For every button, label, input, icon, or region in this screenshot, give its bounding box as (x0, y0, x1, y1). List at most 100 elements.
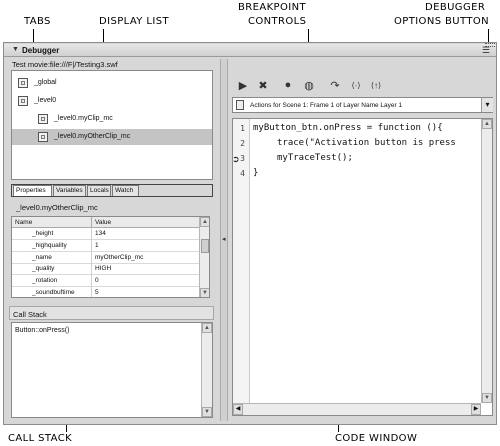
script-icon (236, 100, 244, 110)
property-value: 1 (95, 241, 99, 249)
properties-header: Name Value (12, 217, 199, 228)
line-number[interactable]: 4 (233, 169, 245, 178)
step-out-icon[interactable]: ⟨↑⟩ (367, 78, 385, 92)
call-stack-scroll-up-icon[interactable]: ▲ (202, 323, 212, 333)
display-list-item[interactable]: _global (12, 75, 212, 91)
property-value: 134 (95, 230, 106, 237)
movieclip-icon (38, 132, 48, 142)
display-list[interactable]: _global _level0 _level0.myClip_mc _level0.m… (11, 70, 213, 180)
callout-debugger-line1: DEBUGGER (425, 2, 486, 13)
display-list-label: _global (34, 79, 57, 86)
code-scroll-up-icon[interactable]: ▲ (482, 119, 492, 129)
table-row[interactable]: _highquality 1 (12, 239, 199, 252)
call-stack-header: Call Stack (9, 306, 214, 320)
display-list-item[interactable]: _level0 (12, 93, 212, 109)
properties-rows: _height 134 _highquality 1 _name myOtherClip_… (12, 228, 199, 297)
breakpoint-arrow-icon[interactable]: ➲ (232, 154, 240, 165)
display-list-label: _level0.myClip_mc (54, 115, 113, 122)
column-divider (91, 228, 92, 240)
triangle-down-icon[interactable]: ▼ (12, 46, 19, 53)
line-number[interactable]: 2 (233, 139, 245, 148)
call-stack-scrollbar[interactable]: ▲ ▼ (201, 323, 212, 417)
table-row[interactable]: _quality HIGH (12, 263, 199, 276)
movieclip-icon (18, 78, 28, 88)
call-stack-scroll-down-icon[interactable]: ▼ (202, 407, 212, 417)
step-in-icon[interactable]: ⟨·⟩ (347, 78, 365, 92)
property-name: _name (32, 253, 52, 261)
scroll-thumb[interactable] (201, 239, 209, 253)
properties-scrollbar[interactable]: ▲ ▼ (199, 217, 209, 297)
code-window[interactable]: 1 2 3 ➲ 4 myButton_btn.onPress = function ()… (232, 118, 493, 416)
display-list-item[interactable]: _level0.myOtherClip_mc (12, 129, 212, 145)
movieclip-icon (18, 96, 28, 106)
callout-call-stack: CALL STACK (8, 433, 73, 444)
tab-watch[interactable]: Watch (112, 185, 139, 196)
property-value: 0 (95, 277, 99, 285)
column-divider (91, 275, 92, 288)
scroll-up-icon[interactable]: ▲ (200, 217, 209, 227)
property-value: 5 (95, 289, 99, 296)
code-line[interactable]: trace("Activation button is press (277, 138, 456, 148)
tab-variables[interactable]: Variables (53, 185, 86, 196)
table-row[interactable]: _soundbuftime 5 (12, 287, 199, 297)
column-divider (91, 251, 92, 264)
stop-debugging-icon[interactable]: ✖ (254, 78, 272, 92)
property-name: _soundbuftime (32, 289, 75, 296)
remove-all-breakpoints-icon[interactable]: ◍ (300, 78, 318, 92)
callout-breakpoint-controls-line2: CONTROLS (248, 16, 307, 27)
callout-debugger-line2: OPTIONS BUTTON (394, 16, 490, 27)
toggle-breakpoint-icon[interactable]: ● (279, 78, 297, 92)
code-line[interactable]: myTraceTest(); (277, 153, 353, 163)
movie-path: Test movie:file:///F|/Testing3.swf (12, 60, 118, 69)
property-value: myOtherClip_mc (95, 253, 144, 261)
callout-tabs: TABS (24, 16, 51, 27)
code-hscrollbar[interactable]: ◀ ▶ (233, 403, 481, 415)
code-lines: myButton_btn.onPress = function (){ trace… (253, 119, 479, 389)
line-number[interactable]: 1 (233, 124, 245, 133)
script-select[interactable]: Actions for Scene 1: Frame 1 of Layer Na… (232, 97, 493, 113)
chevron-down-icon[interactable]: ▾ (481, 98, 493, 112)
header-divider (91, 217, 92, 228)
call-stack-title: Call Stack (13, 310, 47, 319)
call-stack-list[interactable]: Button::onPress() ▲ ▼ (11, 322, 213, 418)
display-list-item[interactable]: _level0.myClip_mc (12, 111, 212, 127)
scroll-down-icon[interactable]: ▼ (200, 288, 209, 297)
pane-splitter[interactable]: ◂ (220, 59, 228, 421)
header-name: Name (15, 219, 33, 226)
continue-icon[interactable]: ▶ (234, 78, 252, 92)
panel-titlebar[interactable]: ▼ Debugger ☰ (4, 44, 496, 57)
code-scroll-left-icon[interactable]: ◀ (233, 404, 243, 415)
properties-table[interactable]: Name Value _height 134 _highquality 1 _name m… (11, 216, 210, 298)
property-name: _rotation (32, 277, 58, 285)
step-over-icon[interactable]: ↷ (326, 78, 344, 92)
tab-properties[interactable]: Properties (13, 185, 52, 196)
code-scroll-down-icon[interactable]: ▼ (482, 393, 492, 403)
table-row[interactable]: _rotation 0 (12, 275, 199, 288)
callout-breakpoint-controls-line1: BREAKPOINT (238, 2, 306, 13)
header-value: Value (95, 219, 112, 226)
display-list-label: _level0.myOtherClip_mc (54, 133, 131, 140)
display-list-label: _level0 (34, 97, 57, 104)
property-name: _height (32, 230, 54, 237)
call-stack-entry[interactable]: Button::onPress() (15, 327, 69, 334)
code-line[interactable]: myButton_btn.onPress = function (){ (253, 123, 443, 133)
collapse-arrow-icon[interactable]: ◂ (222, 235, 226, 243)
selected-object: _level0.myOtherClip_mc (16, 203, 98, 212)
callout-display-list: DISPLAY LIST (99, 16, 169, 27)
code-scroll-right-icon[interactable]: ▶ (471, 404, 481, 415)
gripper-icon[interactable] (485, 43, 495, 47)
column-divider (91, 263, 92, 276)
property-name: _quality (32, 265, 55, 273)
code-vscrollbar[interactable]: ▲ ▼ (481, 119, 492, 403)
leader-line-debugger (488, 29, 489, 43)
table-row[interactable]: _name myOtherClip_mc (12, 251, 199, 264)
property-name: _highquality (32, 241, 67, 249)
tab-locals[interactable]: Locals (87, 185, 111, 196)
table-row[interactable]: _height 134 (12, 228, 199, 240)
column-divider (91, 239, 92, 252)
panel-title: Debugger (22, 46, 60, 55)
code-line[interactable]: } (253, 168, 258, 178)
movieclip-icon (38, 114, 48, 124)
line-number-gutter: 1 2 3 ➲ 4 (232, 119, 250, 415)
property-value: HIGH (95, 265, 112, 273)
